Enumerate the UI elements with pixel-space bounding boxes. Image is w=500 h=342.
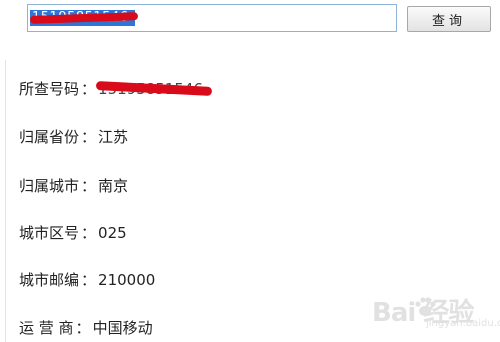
result-value-postcode: 210000 <box>98 271 156 289</box>
result-separator: ： <box>75 319 91 337</box>
result-value-city: 南京 <box>98 177 129 195</box>
result-separator: ： <box>81 80 97 98</box>
watermark-domain: jingyan.baidu.com <box>426 318 500 329</box>
phone-search-input[interactable]: 15195851546 <box>27 4 397 32</box>
result-separator: ： <box>81 224 97 242</box>
baidu-jingyan-watermark: Bai 经验 jingyan.baidu.com <box>372 288 500 336</box>
result-row-carrier: 运 营 商：中国移动 <box>19 318 153 338</box>
result-row-phone: 所查号码：15195851546 <box>19 79 213 99</box>
result-value-phone: 15195851546 <box>95 79 213 99</box>
query-button[interactable]: 查询 <box>407 6 491 32</box>
result-value-province: 江苏 <box>98 128 129 146</box>
result-label: 城市区号 <box>19 224 80 242</box>
result-separator: ： <box>81 271 97 289</box>
result-label: 城市邮编 <box>19 271 80 289</box>
result-value-carrier: 中国移动 <box>92 319 153 337</box>
page: 15195851546 查询 所查号码：15195851546 归属省份：江苏 … <box>0 0 500 342</box>
result-value-area-code: 025 <box>98 224 127 242</box>
result-label: 所查号码 <box>19 80 80 98</box>
result-separator: ： <box>81 128 97 146</box>
result-row-province: 归属省份：江苏 <box>19 127 128 147</box>
result-row-area-code: 城市区号： 025 <box>19 223 127 243</box>
result-label: 归属城市 <box>19 177 80 195</box>
result-row-postcode: 城市邮编： 210000 <box>19 270 155 290</box>
result-separator: ： <box>81 177 97 195</box>
result-label: 运 营 商 <box>19 319 74 337</box>
result-label: 归属省份 <box>19 128 80 146</box>
paw-icon <box>415 297 436 316</box>
result-row-city: 归属城市：南京 <box>19 176 128 196</box>
